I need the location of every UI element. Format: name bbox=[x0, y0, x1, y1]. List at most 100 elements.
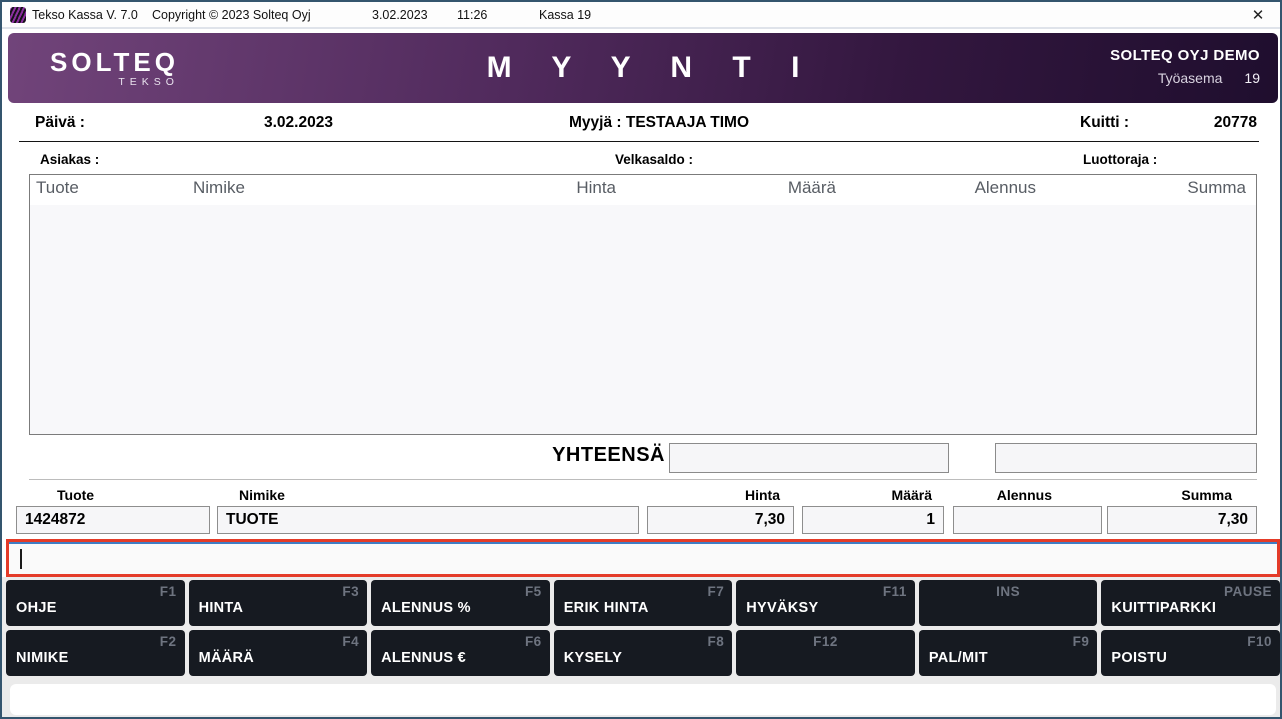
workstation-number: 19 bbox=[1244, 70, 1260, 86]
fkey-kysely-button[interactable]: F8 KYSELY bbox=[554, 630, 733, 676]
total-secondary-field bbox=[995, 443, 1257, 473]
customer-label: Asiakas : bbox=[40, 152, 99, 167]
tuote-input[interactable]: 1424872 bbox=[16, 506, 210, 534]
receipt-label: Kuitti : bbox=[1080, 114, 1129, 132]
entry-label-summa: Summa bbox=[1107, 487, 1257, 505]
fkey-maara-button[interactable]: F4 MÄÄRÄ bbox=[189, 630, 368, 676]
column-header-maara: Määrä bbox=[788, 178, 836, 198]
text-caret bbox=[20, 549, 22, 569]
company-name: SOLTEQ OYJ DEMO bbox=[1110, 47, 1260, 64]
column-header-summa: Summa bbox=[1187, 178, 1246, 198]
fkey-ins-blank-button[interactable]: INS bbox=[919, 580, 1098, 626]
fkey-erik-hinta-label: ERIK HINTA bbox=[564, 600, 649, 616]
column-header-tuote: Tuote bbox=[36, 178, 79, 198]
receipt-lines-table: Tuote Nimike Hinta Määrä Alennus Summa bbox=[29, 174, 1257, 435]
fkey-erik-hinta-shortcut: F7 bbox=[708, 584, 725, 599]
total-amount-field bbox=[669, 443, 949, 473]
workstation-info: Työasema 19 bbox=[1110, 70, 1260, 86]
entry-label-hinta: Hinta bbox=[647, 487, 794, 505]
fkey-hyvaksy-shortcut: F11 bbox=[883, 584, 907, 599]
fkey-hyvaksy-button[interactable]: F11 HYVÄKSY bbox=[736, 580, 915, 626]
fkey-poistu-label: POISTU bbox=[1111, 650, 1167, 666]
function-key-panel: F1 OHJE F3 HINTA F5 ALENNUS % F7 ERIK HINTA F11 H… bbox=[6, 580, 1280, 676]
fkey-hinta-shortcut: F3 bbox=[342, 584, 359, 599]
fkey-kysely-shortcut: F8 bbox=[708, 634, 725, 649]
entry-field-hinta: Hinta 7,30 bbox=[647, 487, 794, 534]
maara-input[interactable]: 1 bbox=[802, 506, 944, 534]
fkey-alennus-euro-button[interactable]: F6 ALENNUS € bbox=[371, 630, 550, 676]
balance-label: Velkasaldo : bbox=[615, 152, 693, 167]
entry-field-maara: Määrä 1 bbox=[802, 487, 944, 534]
entry-field-summa: Summa 7,30 bbox=[1107, 487, 1257, 534]
window-title: Tekso Kassa V. 7.0 bbox=[32, 8, 138, 22]
fkey-ins-blank-shortcut: INS bbox=[919, 584, 1098, 599]
fkey-alennus-euro-shortcut: F6 bbox=[525, 634, 542, 649]
fkey-nimike-label: NIMIKE bbox=[16, 650, 69, 666]
alennus-input[interactable] bbox=[953, 506, 1102, 534]
app-header: SOLTEQ TEKSO M Y Y N T I SOLTEQ OYJ DEMO… bbox=[8, 33, 1278, 103]
fkey-pal-mit-label: PAL/MIT bbox=[929, 650, 988, 666]
entry-field-alennus: Alennus bbox=[953, 487, 1102, 534]
entry-label-nimike: Nimike bbox=[217, 487, 639, 505]
titlebar-time: 11:26 bbox=[457, 8, 487, 22]
page-title: M Y Y N T I bbox=[8, 51, 1278, 85]
seller-line: Myyjä : TESTAAJA TIMO bbox=[569, 114, 749, 132]
receipt-number: 20778 bbox=[1157, 114, 1257, 132]
fkey-nimike-button[interactable]: F2 NIMIKE bbox=[6, 630, 185, 676]
fkey-erik-hinta-button[interactable]: F7 ERIK HINTA bbox=[554, 580, 733, 626]
status-bar bbox=[10, 684, 1276, 715]
divider-line bbox=[19, 141, 1259, 142]
titlebar-date: 3.02.2023 bbox=[372, 8, 428, 22]
seller-label: Myyjä : bbox=[569, 114, 622, 131]
fkey-alennus-euro-label: ALENNUS € bbox=[381, 650, 466, 666]
entry-field-nimike: Nimike TUOTE bbox=[217, 487, 639, 534]
fkey-kuittiparkki-shortcut: PAUSE bbox=[1224, 584, 1272, 599]
close-icon[interactable]: ✕ bbox=[1246, 5, 1270, 26]
fkey-maara-label: MÄÄRÄ bbox=[199, 650, 254, 666]
fkey-f12-blank-button[interactable]: F12 bbox=[736, 630, 915, 676]
seller-name: TESTAAJA TIMO bbox=[626, 114, 749, 131]
entry-label-maara: Määrä bbox=[802, 487, 944, 505]
fkey-alennus-prosentti-label: ALENNUS % bbox=[381, 600, 471, 616]
entry-label-tuote: Tuote bbox=[16, 487, 210, 505]
app-icon bbox=[10, 7, 26, 23]
fkey-pal-mit-button[interactable]: F9 PAL/MIT bbox=[919, 630, 1098, 676]
credit-label: Luottoraja : bbox=[1083, 152, 1157, 167]
divider-line-light bbox=[29, 479, 1257, 480]
nimike-input[interactable]: TUOTE bbox=[217, 506, 639, 534]
fkey-hinta-label: HINTA bbox=[199, 600, 244, 616]
app-window: Tekso Kassa V. 7.0 Copyright © 2023 Solt… bbox=[0, 0, 1282, 719]
fkey-alennus-prosentti-shortcut: F5 bbox=[525, 584, 542, 599]
titlebar[interactable]: Tekso Kassa V. 7.0 Copyright © 2023 Solt… bbox=[2, 2, 1280, 29]
fkey-poistu-shortcut: F10 bbox=[1247, 634, 1272, 649]
fkey-hyvaksy-label: HYVÄKSY bbox=[746, 600, 818, 616]
column-header-alennus: Alennus bbox=[975, 178, 1036, 198]
entry-label-alennus: Alennus bbox=[953, 487, 1102, 505]
copyright-text: Copyright © 2023 Solteq Oyj bbox=[152, 8, 311, 22]
register-id: Kassa 19 bbox=[539, 8, 591, 22]
total-label: YHTEENSÄ bbox=[435, 444, 665, 467]
summa-input[interactable]: 7,30 bbox=[1107, 506, 1257, 534]
workstation-label: Työasema bbox=[1158, 70, 1223, 86]
fkey-ohje-shortcut: F1 bbox=[160, 584, 177, 599]
fkey-ohje-label: OHJE bbox=[16, 600, 57, 616]
fkey-kysely-label: KYSELY bbox=[564, 650, 622, 666]
date-label: Päivä : bbox=[35, 114, 85, 132]
command-input[interactable] bbox=[6, 539, 1280, 577]
fkey-ohje-button[interactable]: F1 OHJE bbox=[6, 580, 185, 626]
header-company-block: SOLTEQ OYJ DEMO Työasema 19 bbox=[1110, 47, 1260, 86]
fkey-pal-mit-shortcut: F9 bbox=[1073, 634, 1090, 649]
fkey-kuittiparkki-label: KUITTIPARKKI bbox=[1111, 600, 1216, 616]
fkey-poistu-button[interactable]: F10 POISTU bbox=[1101, 630, 1280, 676]
hinta-input[interactable]: 7,30 bbox=[647, 506, 794, 534]
column-header-nimike: Nimike bbox=[193, 178, 245, 198]
date-value: 3.02.2023 bbox=[264, 114, 333, 132]
fkey-nimike-shortcut: F2 bbox=[160, 634, 177, 649]
fkey-kuittiparkki-button[interactable]: PAUSE KUITTIPARKKI bbox=[1101, 580, 1280, 626]
fkey-alennus-prosentti-button[interactable]: F5 ALENNUS % bbox=[371, 580, 550, 626]
entry-field-tuote: Tuote 1424872 bbox=[16, 487, 210, 534]
fkey-f12-blank-shortcut: F12 bbox=[736, 634, 915, 649]
fkey-hinta-button[interactable]: F3 HINTA bbox=[189, 580, 368, 626]
table-header-row: Tuote Nimike Hinta Määrä Alennus Summa bbox=[30, 175, 1256, 205]
fkey-maara-shortcut: F4 bbox=[342, 634, 359, 649]
